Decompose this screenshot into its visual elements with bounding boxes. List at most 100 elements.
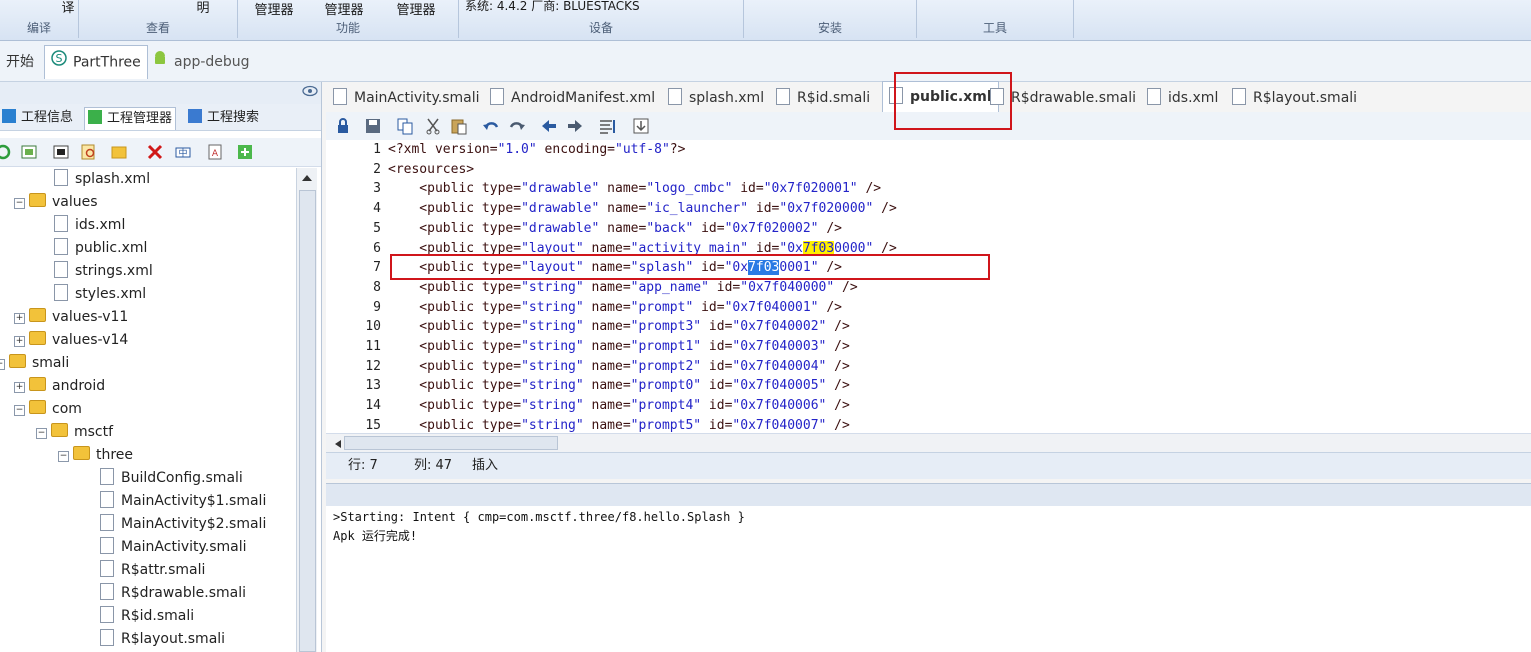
collapse-icon[interactable]: − <box>14 198 25 209</box>
format-icon[interactable] <box>598 117 616 135</box>
copy-icon[interactable] <box>396 117 414 135</box>
code-area[interactable]: 1 <?xml version="1.0" encoding="utf-8"?> … <box>326 140 1531 445</box>
back-arrow-icon[interactable] <box>540 117 558 135</box>
tree-item-mainactivity1[interactable]: MainActivity$1.smali <box>100 490 266 512</box>
tab-start[interactable]: 开始 <box>6 47 34 77</box>
eye-icon[interactable] <box>302 85 318 101</box>
tree-item-android[interactable]: + android <box>14 375 105 397</box>
tab-rid-smali[interactable]: R$id.smali <box>776 83 870 113</box>
scroll-up-icon[interactable] <box>301 172 313 187</box>
tree-item-com[interactable]: − com <box>14 398 82 420</box>
tree-item-three[interactable]: − three <box>58 444 133 466</box>
collapse-icon[interactable]: − <box>14 405 25 416</box>
tree-item-label: R$id.smali <box>121 608 195 624</box>
tab-project-search[interactable]: 工程搜索 <box>188 107 259 129</box>
tab-ids-xml[interactable]: ids.xml <box>1147 83 1218 113</box>
tree-item-label: styles.xml <box>75 286 147 302</box>
document-tabs: 开始 S PartThree app-debug <box>0 41 1531 82</box>
save-icon[interactable] <box>364 117 382 135</box>
paste-icon[interactable] <box>450 117 468 135</box>
tab-splash-xml[interactable]: splash.xml <box>668 83 764 113</box>
editor-hscrollbar[interactable] <box>326 433 1531 452</box>
refresh-icon[interactable] <box>0 143 12 161</box>
tree-item-msctf[interactable]: − msctf <box>36 421 113 443</box>
ribbon-group-label: 设备 <box>588 21 613 35</box>
tab-label: app-debug <box>174 54 250 70</box>
tree-item-strings-xml[interactable]: strings.xml <box>54 260 153 282</box>
line-number: 2 <box>373 161 381 177</box>
file-icon <box>54 215 68 232</box>
tree-item-styles-xml[interactable]: styles.xml <box>54 283 146 305</box>
tab-label: PartThree <box>73 54 141 71</box>
tree-item-label: values-v11 <box>52 309 129 325</box>
file-icon <box>333 88 347 105</box>
line-text: <public type="string" name="prompt3" id=… <box>388 319 850 335</box>
tree-item-buildconfig[interactable]: BuildConfig.smali <box>100 467 243 489</box>
tree-item-public-xml[interactable]: public.xml <box>54 237 147 259</box>
svg-text:中: 中 <box>178 147 187 159</box>
code-editor: 1 <?xml version="1.0" encoding="utf-8"?> … <box>326 112 1531 472</box>
line-text: <resources> <box>388 161 475 177</box>
search-icon <box>188 109 202 123</box>
tree-item-rdrawable[interactable]: R$drawable.smali <box>100 582 246 604</box>
scroll-left-icon[interactable] <box>334 438 342 453</box>
download-icon[interactable] <box>632 117 650 135</box>
redo-icon[interactable] <box>508 117 526 135</box>
tree-item-label: BuildConfig.smali <box>121 470 243 486</box>
compile-button[interactable]: 译 <box>58 0 78 18</box>
tree-item-label: three <box>96 447 134 463</box>
status-col: 列: 47 <box>414 458 453 473</box>
panel-tabs: 工程信息 工程管理器 工程搜索 <box>0 104 321 131</box>
tree-item-values[interactable]: − values <box>14 191 98 213</box>
collapse-icon[interactable]: − <box>36 428 47 439</box>
undo-icon[interactable] <box>482 117 500 135</box>
view-button[interactable]: 明 <box>191 0 215 18</box>
rename-icon[interactable]: 中 <box>174 143 192 161</box>
text-file-icon[interactable]: A <box>206 143 224 161</box>
collapse-icon[interactable]: − <box>58 451 69 462</box>
tab-mainactivity-smali[interactable]: MainActivity.smali <box>333 83 480 113</box>
tab-project-manager[interactable]: 工程管理器 <box>84 107 177 130</box>
window-icon[interactable] <box>52 143 70 161</box>
file-icon <box>100 491 114 508</box>
tree-item-values-v14[interactable]: + values-v14 <box>14 329 128 351</box>
tab-app-debug[interactable]: app-debug <box>152 47 250 77</box>
tree-item-rlayout[interactable]: R$layout.smali <box>100 628 225 650</box>
expand-icon[interactable]: + <box>14 313 25 324</box>
line-text: <public type="string" name="prompt4" id=… <box>388 398 850 414</box>
tree-item-smali[interactable]: − smali <box>0 352 69 374</box>
highlight-box-tab <box>894 72 1012 130</box>
tree-item-mainactivity[interactable]: MainActivity.smali <box>100 536 247 558</box>
project-tree: splash.xml − values ids.xml public.xml st… <box>0 168 296 652</box>
manager-button-1[interactable]: 管理器 <box>252 2 296 20</box>
line-number: 8 <box>373 279 381 295</box>
editor-hscroll-thumb[interactable] <box>344 436 558 450</box>
tree-scroll-thumb[interactable] <box>299 190 316 652</box>
manager-button-3[interactable]: 管理器 <box>394 2 438 20</box>
ribbon-group-tools: 工具 <box>917 0 1074 38</box>
tree-item-rid[interactable]: R$id.smali <box>100 605 194 627</box>
tree-item-ids-xml[interactable]: ids.xml <box>54 214 125 236</box>
manager-button-2[interactable]: 管理器 <box>322 2 366 20</box>
tree-scrollbar[interactable] <box>296 168 317 652</box>
tab-androidmanifest-xml[interactable]: AndroidManifest.xml <box>490 83 655 113</box>
expand-icon[interactable]: + <box>14 382 25 393</box>
cut-icon[interactable] <box>424 117 442 135</box>
tree-item-rattr[interactable]: R$attr.smali <box>100 559 205 581</box>
tab-partthree[interactable]: S PartThree <box>44 45 148 79</box>
delete-icon[interactable] <box>146 143 164 161</box>
folder-icon[interactable] <box>110 143 128 161</box>
import-icon[interactable] <box>20 143 38 161</box>
android-icon <box>152 47 168 77</box>
collapse-icon[interactable]: − <box>0 359 5 370</box>
expand-icon[interactable]: + <box>14 336 25 347</box>
lock-icon[interactable] <box>334 117 352 135</box>
find-file-icon[interactable] <box>80 143 98 161</box>
tree-item-values-v11[interactable]: + values-v11 <box>14 306 128 328</box>
tab-rlayout-smali[interactable]: R$layout.smali <box>1232 83 1357 113</box>
tab-project-info[interactable]: 工程信息 <box>2 107 73 129</box>
tree-item-splash-xml[interactable]: splash.xml <box>54 168 150 190</box>
forward-arrow-icon[interactable] <box>566 117 584 135</box>
tree-item-mainactivity2[interactable]: MainActivity$2.smali <box>100 513 266 535</box>
add-icon[interactable] <box>236 143 254 161</box>
